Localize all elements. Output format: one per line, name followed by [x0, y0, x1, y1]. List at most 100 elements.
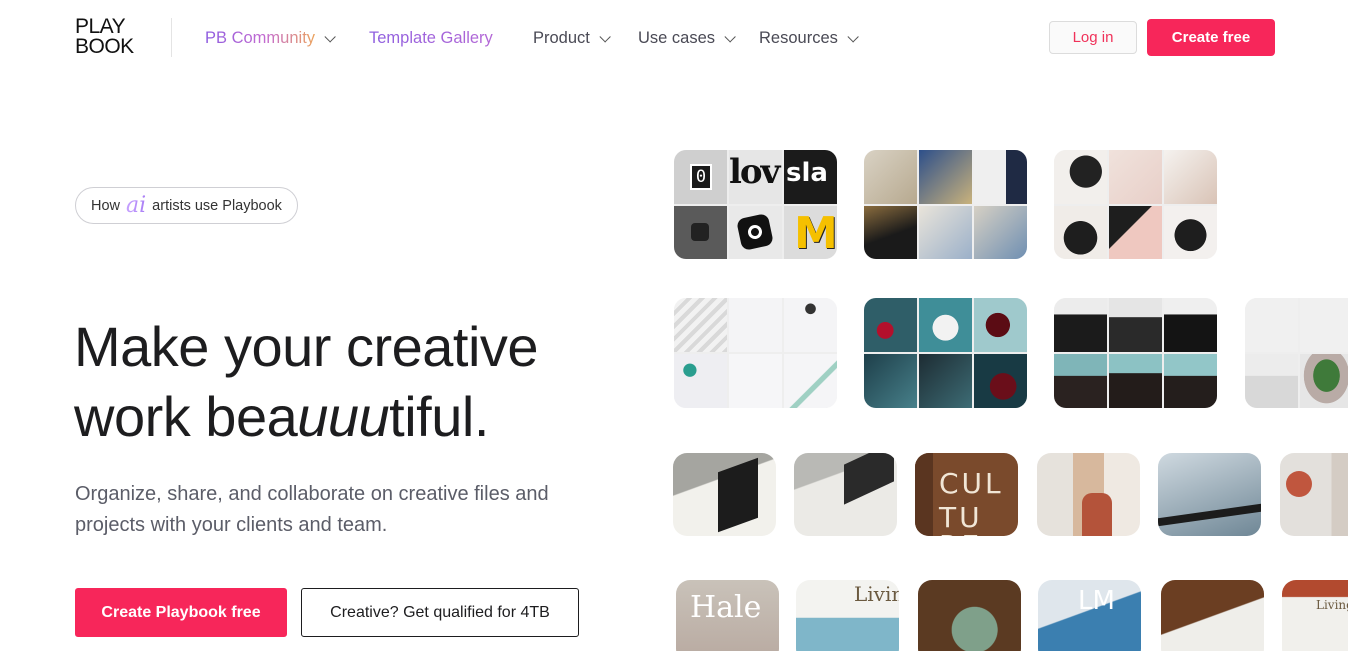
headline-line-2-end: tiful.: [389, 385, 489, 448]
gallery-cell: [919, 298, 972, 352]
pill-suffix: artists use Playbook: [152, 197, 282, 214]
hale-title: Hale: [690, 590, 762, 625]
gallery-cell: [674, 354, 727, 408]
apple-logo-icon: [691, 222, 709, 241]
headline-line-2-start: work bea: [74, 385, 298, 448]
gallery-tile-teal[interactable]: [864, 298, 1027, 408]
lm-title: LM: [1078, 586, 1115, 616]
gallery-card-living-book-1[interactable]: Living: [796, 580, 899, 651]
ai-script-text: ai: [126, 192, 147, 218]
gallery-cell: [1300, 298, 1348, 352]
nav-item-label: Use cases: [638, 29, 716, 47]
nav-item-product[interactable]: Product: [533, 29, 611, 48]
gallery-cell: [974, 354, 1027, 408]
gallery-card-magazine[interactable]: [1280, 453, 1348, 536]
gallery-tile-desk[interactable]: [674, 298, 837, 408]
gallery-cell: [974, 205, 1027, 259]
gallery-cell: [864, 150, 917, 204]
gallery-cell: 0: [674, 150, 727, 204]
create-playbook-free-button[interactable]: Create Playbook free: [75, 588, 287, 637]
gallery-card-photo-book[interactable]: [1037, 453, 1140, 536]
playbook-logo[interactable]: PLAY BOOK: [75, 15, 134, 58]
book-edge: [1158, 503, 1261, 527]
chevron-down-icon: [724, 30, 736, 43]
gallery-cell: [1300, 354, 1348, 408]
headline-line-1: Make your creative: [74, 315, 539, 378]
nav-item-pb-community[interactable]: PB Community: [205, 29, 336, 48]
nav-item-label: Resources: [759, 29, 838, 47]
login-button[interactable]: Log in: [1049, 21, 1137, 54]
gallery-cell: [1109, 298, 1162, 352]
slack-logo-text: sla: [786, 158, 828, 188]
gallery-cell: [1109, 150, 1162, 204]
photo-figure: [1082, 493, 1112, 536]
gallery-cell: [1109, 354, 1162, 408]
top-navigation: PLAY BOOK PB Community Template Gallery …: [0, 0, 1348, 78]
hero-headline: Make your creative work beauuutiful.: [74, 312, 539, 452]
nav-item-use-cases[interactable]: Use cases: [638, 29, 736, 48]
gallery-cell: [1245, 354, 1298, 408]
gallery-cell: [784, 354, 837, 408]
gallery-cell: [1245, 298, 1298, 352]
nav-item-label: Product: [533, 29, 590, 47]
magazine-photo: [1286, 471, 1312, 497]
logo-line-1: PLAY: [75, 15, 126, 38]
chevron-down-icon: [599, 30, 611, 43]
chevron-down-icon: [847, 30, 859, 43]
lov-logo-text: lov: [729, 152, 780, 192]
culture-title-line-3: RE: [939, 529, 982, 536]
gallery-cell: sla: [784, 150, 837, 204]
gallery-cell: [729, 205, 782, 259]
gallery-cell: [674, 205, 727, 259]
headline-italic-uuu: uuu: [297, 385, 390, 448]
create-free-button[interactable]: Create free: [1147, 19, 1275, 56]
pill-prefix: How: [91, 197, 121, 214]
gallery-cell: [729, 354, 782, 408]
nav-divider: [171, 18, 172, 57]
ai-artists-pill-link[interactable]: How ai artists use Playbook: [75, 187, 298, 224]
gallery-cell: [1054, 298, 1107, 352]
gallery-cell: [919, 150, 972, 204]
zero-logo-icon: 0: [690, 164, 712, 190]
gallery-card-hale-book[interactable]: Hale: [676, 580, 779, 651]
nav-item-label: Template Gallery: [369, 29, 493, 47]
gallery-card-living-book-2[interactable]: Living: [1282, 580, 1348, 651]
gallery-card-succulent[interactable]: [918, 580, 1021, 651]
gallery-card-wood-book[interactable]: [1161, 580, 1264, 651]
gallery-tile-portraits[interactable]: [1054, 298, 1217, 408]
book-spine: [915, 453, 933, 536]
gallery-card-open-book-1[interactable]: [673, 453, 776, 536]
gallery-card-tree-book[interactable]: [1158, 453, 1261, 536]
culture-title-line-1: CUL: [939, 467, 1004, 500]
gallery-tile-logos[interactable]: 0 lov sla M: [674, 150, 837, 259]
nav-item-template-gallery[interactable]: Template Gallery: [369, 29, 493, 48]
living-title: Living: [854, 582, 899, 606]
gallery-cell: [1164, 298, 1217, 352]
gallery-cell: [864, 205, 917, 259]
get-qualified-4tb-button[interactable]: Creative? Get qualified for 4TB: [301, 588, 579, 637]
hero-subtext: Organize, share, and collaborate on crea…: [75, 483, 549, 536]
gallery-tile-notebooks[interactable]: [1054, 150, 1217, 259]
book-page-shadow: [844, 453, 894, 505]
gallery-cell: [864, 298, 917, 352]
mcdonalds-logo-icon: M: [794, 207, 837, 259]
gallery-cell: [1164, 205, 1217, 259]
gallery-card-open-book-2[interactable]: [794, 453, 897, 536]
gallery-cell: [1054, 205, 1107, 259]
living-small-title: Living: [1316, 598, 1348, 612]
gallery-cell: [864, 354, 917, 408]
nav-item-resources[interactable]: Resources: [759, 29, 859, 48]
ring-logo-icon: [736, 212, 774, 251]
gallery-cell: [729, 298, 782, 352]
gallery-card-lm-magazine[interactable]: LM: [1038, 580, 1141, 651]
gallery-cell: [1109, 205, 1162, 259]
gallery-tile-plant[interactable]: [1245, 298, 1348, 408]
gallery-cell: [784, 298, 837, 352]
gallery-cell: [1164, 150, 1217, 204]
gallery-cell: lov: [729, 150, 782, 204]
gallery-cell: [1164, 354, 1217, 408]
gallery-tile-books[interactable]: [864, 150, 1027, 259]
logo-line-2: BOOK: [75, 35, 134, 58]
gallery-cell: M: [784, 205, 837, 259]
gallery-card-culture-book[interactable]: CUL TU RE: [915, 453, 1018, 536]
